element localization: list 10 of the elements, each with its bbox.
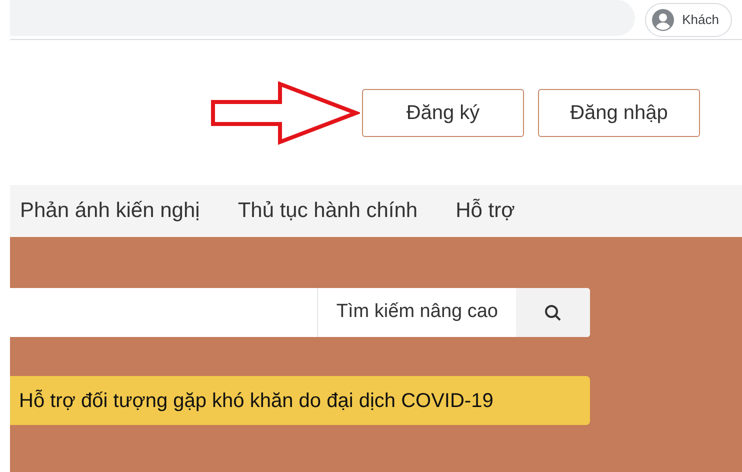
covid-support-link[interactable]: Hỗ trợ đối tượng gặp khó khăn do đại dịch COVID-19 [10, 376, 590, 425]
nav-link[interactable]: Thủ tục hành chính [238, 195, 418, 227]
search-icon [544, 304, 562, 322]
login-button[interactable]: Đăng nhập [538, 88, 700, 136]
nav-link[interactable]: Phản ánh kiến nghị [20, 195, 200, 227]
register-button[interactable]: Đăng ký [362, 88, 524, 136]
nav-link[interactable]: Hỗ trợ [456, 195, 515, 227]
search-button[interactable] [516, 288, 590, 337]
person-icon [652, 8, 674, 30]
profile-button[interactable]: Khách [645, 2, 732, 36]
